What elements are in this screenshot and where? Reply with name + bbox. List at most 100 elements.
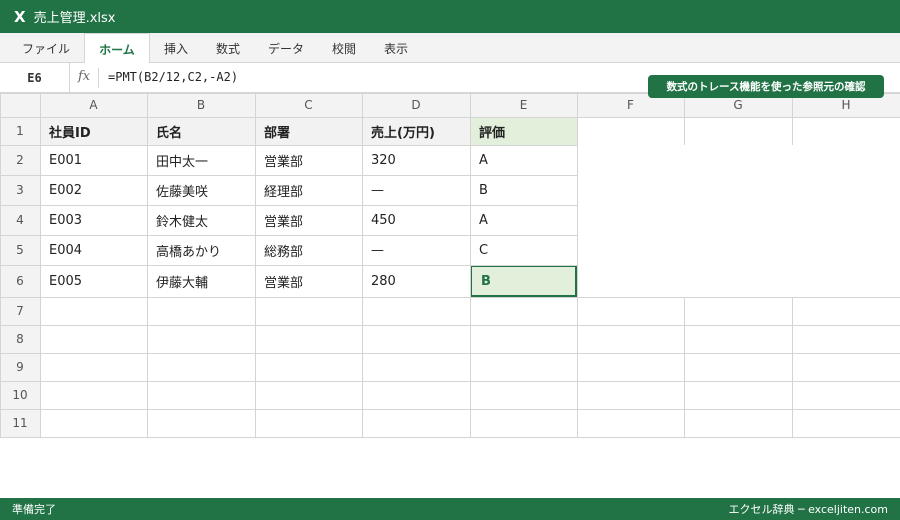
cell-b11[interactable] <box>147 409 255 437</box>
cell-b7[interactable] <box>147 297 255 325</box>
cell-h9[interactable] <box>792 353 900 381</box>
cell-g1[interactable] <box>684 117 792 145</box>
cell-b9[interactable] <box>147 353 255 381</box>
cell-d2[interactable]: 320 <box>362 145 470 175</box>
cell-g7[interactable] <box>684 297 792 325</box>
select-all-corner[interactable] <box>0 93 40 117</box>
cell-f2[interactable] <box>577 145 684 175</box>
cell-g9[interactable] <box>684 353 792 381</box>
cell-g11[interactable] <box>684 409 792 437</box>
cell-g4[interactable] <box>684 205 792 235</box>
cell-f5[interactable] <box>577 235 684 265</box>
tab-home[interactable]: ホーム <box>84 33 150 64</box>
cell-e7[interactable] <box>470 297 577 325</box>
cell-f11[interactable] <box>577 409 684 437</box>
cell-b3[interactable]: 佐藤美咲 <box>147 175 255 205</box>
column-header-c[interactable]: C <box>255 93 362 117</box>
cell-h5[interactable] <box>792 235 900 265</box>
cell-b4[interactable]: 鈴木健太 <box>147 205 255 235</box>
cell-g2[interactable] <box>684 145 792 175</box>
cell-a7[interactable] <box>40 297 147 325</box>
cell-c4[interactable]: 営業部 <box>255 205 362 235</box>
name-box[interactable]: E6 <box>0 63 70 93</box>
cell-d9[interactable] <box>362 353 470 381</box>
tab-insert[interactable]: 挿入 <box>152 33 200 63</box>
cell-a3[interactable]: E002 <box>40 175 147 205</box>
cell-e5[interactable]: C <box>470 235 577 265</box>
row-header-5[interactable]: 5 <box>0 235 40 265</box>
cell-c7[interactable] <box>255 297 362 325</box>
cell-e4[interactable]: A <box>470 205 577 235</box>
cell-e11[interactable] <box>470 409 577 437</box>
row-header-8[interactable]: 8 <box>0 325 40 353</box>
cell-c6[interactable]: 営業部 <box>255 265 362 297</box>
cell-b2[interactable]: 田中太一 <box>147 145 255 175</box>
cell-f7[interactable] <box>577 297 684 325</box>
cell-e1[interactable]: 評価 <box>470 117 577 145</box>
cell-g5[interactable] <box>684 235 792 265</box>
formula-input[interactable]: =PMT(B2/12,C2,-A2) <box>108 70 238 84</box>
row-header-4[interactable]: 4 <box>0 205 40 235</box>
cell-c1[interactable]: 部署 <box>255 117 362 145</box>
cell-b10[interactable] <box>147 381 255 409</box>
cell-a10[interactable] <box>40 381 147 409</box>
cell-a9[interactable] <box>40 353 147 381</box>
cell-d5[interactable]: — <box>362 235 470 265</box>
row-header-9[interactable]: 9 <box>0 353 40 381</box>
row-header-7[interactable]: 7 <box>0 297 40 325</box>
cell-a8[interactable] <box>40 325 147 353</box>
cell-c8[interactable] <box>255 325 362 353</box>
cell-h4[interactable] <box>792 205 900 235</box>
cell-e2[interactable]: A <box>470 145 577 175</box>
cell-b6[interactable]: 伊藤大輔 <box>147 265 255 297</box>
column-header-e[interactable]: E <box>470 93 577 117</box>
cell-e6[interactable]: B <box>470 265 577 297</box>
cell-a6[interactable]: E005 <box>40 265 147 297</box>
cell-d6[interactable]: 280 <box>362 265 470 297</box>
cell-c5[interactable]: 総務部 <box>255 235 362 265</box>
cell-c11[interactable] <box>255 409 362 437</box>
tab-formulas[interactable]: 数式 <box>204 33 252 63</box>
cell-a2[interactable]: E001 <box>40 145 147 175</box>
cell-e3[interactable]: B <box>470 175 577 205</box>
cell-a11[interactable] <box>40 409 147 437</box>
cell-c10[interactable] <box>255 381 362 409</box>
cell-d10[interactable] <box>362 381 470 409</box>
cell-g3[interactable] <box>684 175 792 205</box>
cell-h6[interactable] <box>792 265 900 297</box>
cell-e9[interactable] <box>470 353 577 381</box>
cell-f3[interactable] <box>577 175 684 205</box>
cell-a5[interactable]: E004 <box>40 235 147 265</box>
cell-g6[interactable] <box>684 265 792 297</box>
cell-f1[interactable] <box>577 117 684 145</box>
cell-f8[interactable] <box>577 325 684 353</box>
tab-file[interactable]: ファイル <box>10 33 82 63</box>
cell-e10[interactable] <box>470 381 577 409</box>
row-header-1[interactable]: 1 <box>0 117 40 145</box>
row-header-6[interactable]: 6 <box>0 265 40 297</box>
cell-h11[interactable] <box>792 409 900 437</box>
fx-icon[interactable]: fx <box>78 69 90 84</box>
column-header-b[interactable]: B <box>147 93 255 117</box>
cell-h7[interactable] <box>792 297 900 325</box>
column-header-a[interactable]: A <box>40 93 147 117</box>
cell-d8[interactable] <box>362 325 470 353</box>
cell-f10[interactable] <box>577 381 684 409</box>
cell-b8[interactable] <box>147 325 255 353</box>
tab-data[interactable]: データ <box>256 33 316 63</box>
tab-review[interactable]: 校閲 <box>320 33 368 63</box>
cell-d3[interactable]: — <box>362 175 470 205</box>
row-header-3[interactable]: 3 <box>0 175 40 205</box>
cell-d1[interactable]: 売上(万円) <box>362 117 470 145</box>
cell-a4[interactable]: E003 <box>40 205 147 235</box>
cell-g10[interactable] <box>684 381 792 409</box>
row-header-2[interactable]: 2 <box>0 145 40 175</box>
cell-h2[interactable] <box>792 145 900 175</box>
cell-a1[interactable]: 社員ID <box>40 117 147 145</box>
tab-view[interactable]: 表示 <box>372 33 420 63</box>
cell-h8[interactable] <box>792 325 900 353</box>
cell-b1[interactable]: 氏名 <box>147 117 255 145</box>
cell-h3[interactable] <box>792 175 900 205</box>
cell-h1[interactable] <box>792 117 900 145</box>
cell-d4[interactable]: 450 <box>362 205 470 235</box>
